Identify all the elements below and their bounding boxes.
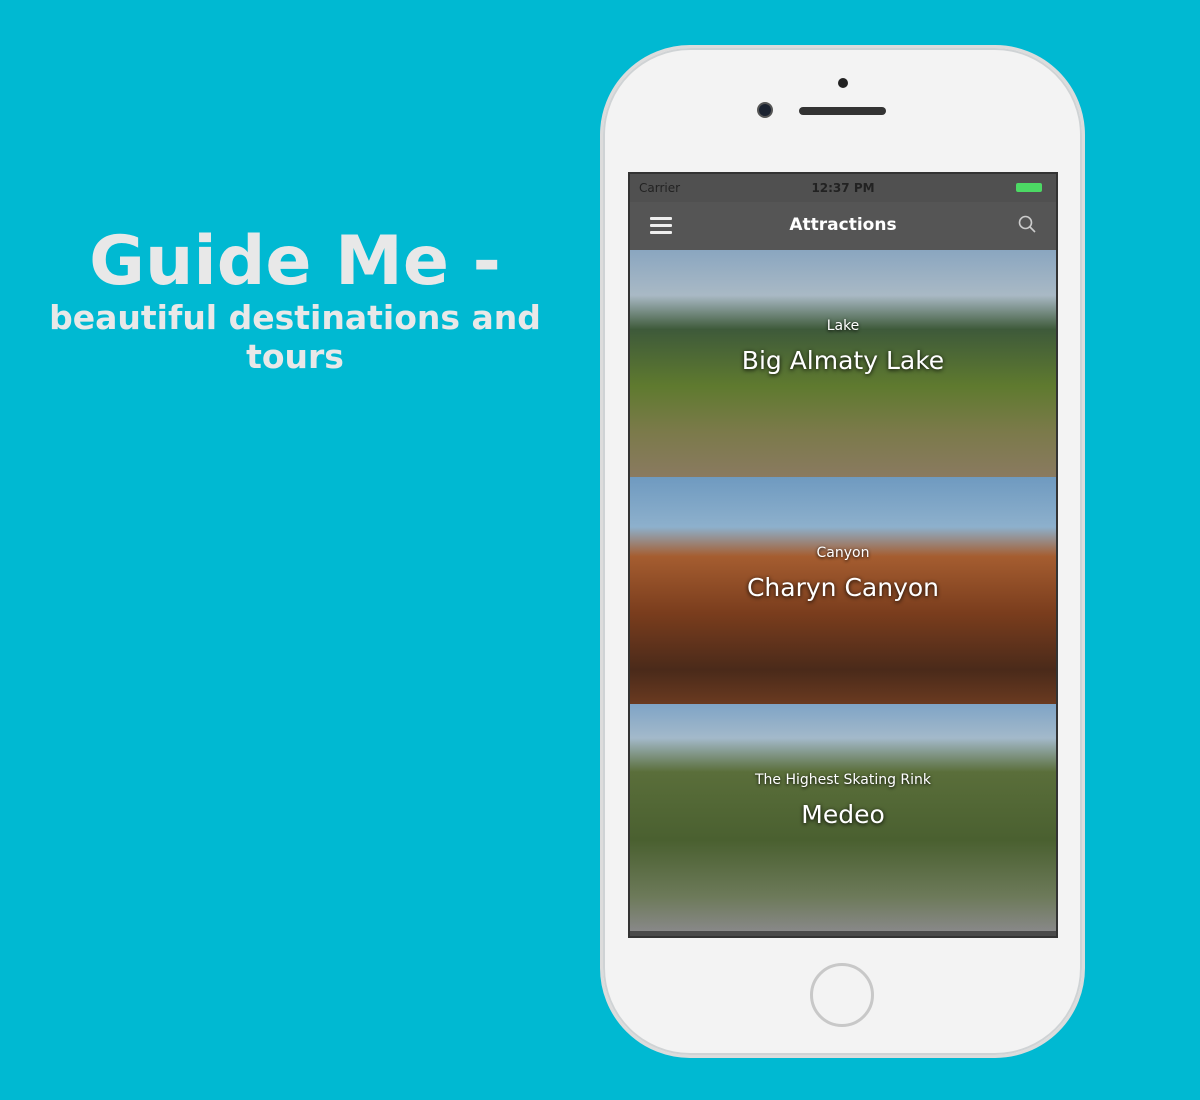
attraction-category: The Highest Skating Rink: [754, 772, 932, 788]
attraction-name: Charyn Canyon: [746, 573, 940, 602]
speaker: [799, 107, 886, 115]
attraction-card-medeo[interactable]: The Highest Skating Rink Medeo: [630, 704, 1056, 931]
status-time: 12:37 PM: [811, 181, 875, 195]
attraction-category: Lake: [826, 318, 860, 334]
camera-icon: [757, 102, 773, 118]
attraction-card-big-almaty-lake[interactable]: Lake Big Almaty Lake: [630, 250, 1056, 477]
attraction-card-charyn-canyon[interactable]: Canyon Charyn Canyon: [630, 477, 1056, 704]
battery-icon: [1016, 183, 1042, 192]
search-icon[interactable]: [1018, 215, 1036, 233]
proximity-sensor: [838, 78, 848, 88]
attraction-name: Big Almaty Lake: [741, 346, 945, 375]
promo-subtitle: beautiful destinations and tours: [49, 298, 541, 376]
home-button[interactable]: [810, 963, 874, 1027]
status-bar: Carrier 12:37 PM: [630, 174, 1056, 202]
page-title: Attractions: [789, 215, 897, 235]
attraction-name: Medeo: [801, 800, 885, 829]
nav-bar: Attractions: [630, 202, 1056, 250]
app-screen: Carrier 12:37 PM Attractions Lake Big Al…: [628, 172, 1058, 938]
promo-title: Guide Me -: [89, 222, 501, 301]
attraction-category: Canyon: [816, 545, 870, 561]
